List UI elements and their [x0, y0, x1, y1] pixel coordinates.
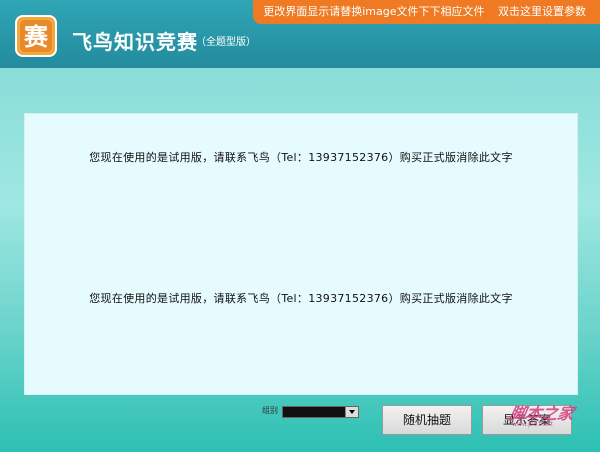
question-panel: 您现在使用的是试用版，请联系飞鸟（Tel：13937152376）购买正式版消除… [24, 113, 578, 395]
settings-link[interactable]: 双击这里设置参数 [498, 5, 586, 18]
watermark-url: www.jb51.net [512, 421, 553, 428]
notice-bar: 更改界面显示请替换image文件下下相应文件 双击这里设置参数 [253, 0, 600, 24]
group-select[interactable] [282, 406, 359, 418]
app-title: 飞鸟知识竞赛 [72, 30, 198, 54]
random-draw-button[interactable]: 随机抽题 [382, 405, 472, 435]
app-subtitle: （全题型版） [196, 37, 256, 48]
trial-message-top: 您现在使用的是试用版，请联系飞鸟（Tel：13937152376）购买正式版消除… [89, 151, 513, 164]
replace-image-notice: 更改界面显示请替换image文件下下相应文件 [263, 5, 485, 18]
logo-icon: 赛 [15, 15, 57, 57]
trial-message-middle: 您现在使用的是试用版，请联系飞鸟（Tel：13937152376）购买正式版消除… [89, 292, 513, 305]
group-label: 组别 [262, 406, 278, 415]
chevron-down-icon[interactable] [345, 407, 358, 417]
logo-text: 赛 [23, 23, 49, 51]
